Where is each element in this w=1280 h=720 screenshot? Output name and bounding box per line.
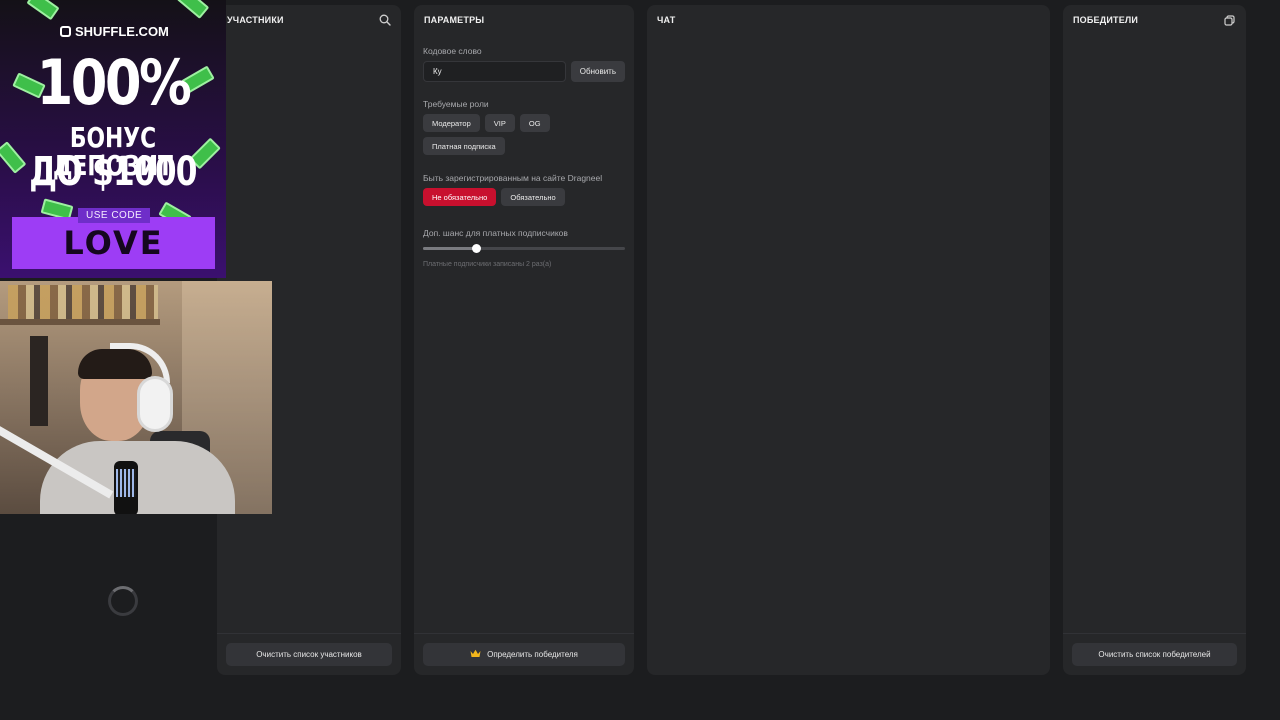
required-roles-label: Требуемые роли bbox=[423, 99, 489, 109]
participants-header: УЧАСТНИКИ bbox=[217, 5, 401, 35]
role-chip-paid-sub[interactable]: Платная подписка bbox=[423, 137, 505, 155]
sub-chance-hint: Платные подписчики записаны 2 раз(а) bbox=[423, 261, 552, 268]
cash-bill-icon bbox=[26, 0, 60, 21]
registration-toggle: Не обязательно Обязательно bbox=[423, 188, 625, 206]
webcam-feed bbox=[0, 281, 272, 514]
microphone-grill bbox=[116, 469, 136, 497]
shelf bbox=[0, 319, 160, 325]
role-chip-og[interactable]: OG bbox=[519, 114, 550, 132]
roles-list: Модератор VIP OG Платная подписка bbox=[423, 114, 573, 155]
search-icon[interactable] bbox=[378, 14, 391, 27]
loading-spinner-icon bbox=[108, 586, 138, 616]
crown-icon bbox=[470, 649, 481, 660]
copy-icon[interactable] bbox=[1223, 14, 1236, 27]
winners-header: ПОБЕДИТЕЛИ bbox=[1063, 5, 1246, 35]
registration-required-button[interactable]: Обязательно bbox=[501, 188, 565, 206]
participants-footer: Очистить список участников bbox=[217, 633, 401, 675]
update-button[interactable]: Обновить bbox=[570, 61, 625, 82]
code-word-label: Кодовое слово bbox=[423, 46, 482, 56]
slider-thumb[interactable] bbox=[472, 244, 481, 253]
promo-brand-text: SHUFFLE.COM bbox=[75, 24, 169, 39]
code-word-row: Обновить bbox=[423, 61, 625, 82]
params-panel: ПАРАМЕТРЫ Кодовое слово Обновить Требуем… bbox=[414, 5, 634, 675]
params-header: ПАРАМЕТРЫ bbox=[414, 5, 634, 35]
clear-participants-button[interactable]: Очистить список участников bbox=[226, 643, 392, 666]
registration-label: Быть зарегистрированным на сайте Dragnee… bbox=[423, 173, 603, 183]
winners-panel: ПОБЕДИТЕЛИ Очистить список победителей bbox=[1063, 5, 1246, 675]
cash-bill-icon bbox=[0, 141, 27, 174]
clear-winners-label: Очистить список победителей bbox=[1098, 650, 1211, 659]
pick-winner-button[interactable]: Определить победителя bbox=[423, 643, 625, 666]
tower-model bbox=[30, 336, 48, 426]
promo-code: LOVE bbox=[12, 217, 215, 269]
params-footer: Определить победителя bbox=[414, 633, 634, 675]
promo-line-2: ДО $1000 bbox=[29, 149, 197, 195]
pick-winner-label: Определить победителя bbox=[487, 650, 578, 659]
promo-headline: 100% bbox=[36, 46, 192, 119]
promo-brand: SHUFFLE.COM bbox=[60, 24, 169, 39]
promo-banner: SHUFFLE.COM 100% БОНУС ДЕПОЗИТ ДО $1000 … bbox=[0, 0, 226, 278]
sub-chance-slider[interactable] bbox=[423, 243, 625, 253]
clear-winners-button[interactable]: Очистить список победителей bbox=[1072, 643, 1237, 666]
headphones-cup bbox=[137, 376, 173, 432]
params-title: ПАРАМЕТРЫ bbox=[424, 15, 485, 25]
winners-footer: Очистить список победителей bbox=[1063, 633, 1246, 675]
slider-fill bbox=[423, 247, 476, 250]
shuffle-logo-icon bbox=[60, 26, 71, 37]
promo-use-code-label: USE CODE bbox=[78, 208, 151, 223]
sub-chance-label: Доп. шанс для платных подписчиков bbox=[423, 228, 568, 238]
participants-title: УЧАСТНИКИ bbox=[227, 15, 284, 25]
cash-bill-icon bbox=[176, 0, 210, 19]
chat-title: ЧАТ bbox=[657, 15, 676, 25]
clear-participants-label: Очистить список участников bbox=[256, 650, 362, 659]
role-chip-vip[interactable]: VIP bbox=[484, 114, 515, 132]
chat-header: ЧАТ bbox=[647, 5, 1050, 35]
role-chip-moderator[interactable]: Модератор bbox=[423, 114, 480, 132]
code-word-input[interactable] bbox=[423, 61, 566, 82]
winners-title: ПОБЕДИТЕЛИ bbox=[1073, 15, 1139, 25]
registration-optional-button[interactable]: Не обязательно bbox=[423, 188, 497, 206]
chat-panel: ЧАТ bbox=[647, 5, 1050, 675]
shelf-figures bbox=[8, 285, 158, 319]
params-body: Кодовое слово Обновить Требуемые роли Мо… bbox=[414, 35, 634, 268]
